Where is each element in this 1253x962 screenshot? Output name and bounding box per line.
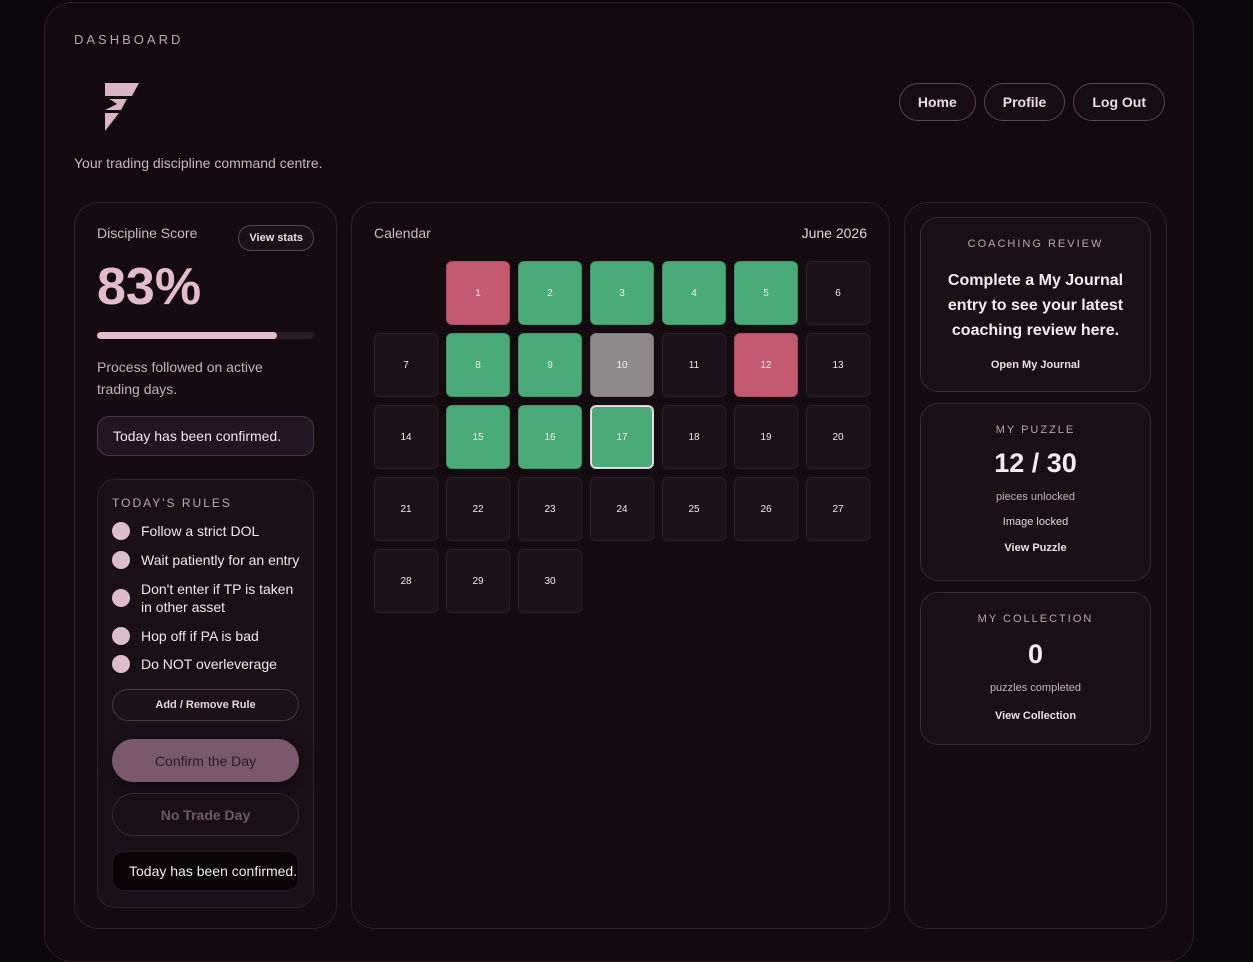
puzzle-card: MY PUZZLE 12 / 30 pieces unlocked Image … [920, 403, 1151, 581]
side-panel: COACHING REVIEW Complete a My Journal en… [904, 202, 1167, 929]
logout-button[interactable]: Log Out [1073, 83, 1165, 121]
calendar-day[interactable]: 24 [590, 477, 654, 541]
no-trade-day-button[interactable]: No Trade Day [112, 793, 299, 836]
add-remove-rule-button[interactable]: Add / Remove Rule [112, 689, 299, 721]
calendar-title: Calendar [374, 225, 431, 241]
calendar-day[interactable]: 2 [518, 261, 582, 325]
rule-item[interactable]: Hop off if PA is bad [112, 627, 302, 645]
confirm-day-button[interactable]: Confirm the Day [112, 739, 299, 782]
calendar-day[interactable]: 12 [734, 333, 798, 397]
rule-status-dot[interactable] [112, 551, 130, 569]
rule-label: Hop off if PA is bad [141, 628, 259, 644]
rule-item[interactable]: Wait patiently for an entry [112, 551, 302, 569]
calendar-panel: Calendar June 2026 1 2 3 4 5 6 7 8 9 10 11 12 13 14 15… [351, 202, 890, 929]
calendar-day[interactable]: 25 [662, 477, 726, 541]
calendar-day[interactable]: 9 [518, 333, 582, 397]
discipline-score-value: 83% [97, 258, 202, 316]
calendar-day[interactable]: 26 [734, 477, 798, 541]
calendar-day[interactable]: 23 [518, 477, 582, 541]
collection-card: MY COLLECTION 0 puzzles completed View C… [920, 592, 1151, 745]
collection-caption: puzzles completed [989, 682, 1082, 694]
rule-label: Do NOT overleverage [141, 656, 277, 672]
calendar-day[interactable]: 21 [374, 477, 438, 541]
rule-label: Follow a strict DOL [141, 523, 260, 539]
calendar-day[interactable]: 10 [590, 333, 654, 397]
profile-button[interactable]: Profile [983, 83, 1066, 121]
view-stats-button[interactable]: View stats [238, 225, 314, 251]
calendar-day[interactable]: 1 [446, 261, 510, 325]
home-button[interactable]: Home [898, 83, 976, 121]
view-collection-link[interactable]: View Collection [921, 710, 1150, 722]
open-journal-link[interactable]: Open My Journal [921, 359, 1150, 371]
calendar-day[interactable]: 8 [446, 333, 510, 397]
calendar-day[interactable]: 14 [374, 405, 438, 469]
rule-label: Don't enter if TP is taken in other asse… [141, 581, 294, 615]
rule-item[interactable]: Do NOT overleverage [112, 655, 302, 673]
todays-rules-card: TODAY'S RULES Follow a strict DOL Wait p… [97, 479, 314, 908]
calendar-day[interactable]: 27 [806, 477, 870, 541]
section-label: DASHBOARD [74, 32, 184, 47]
confirmed-status: Today has been confirmed. [112, 851, 299, 891]
collection-title: MY COLLECTION [977, 613, 1094, 625]
rule-status-dot[interactable] [112, 655, 130, 673]
calendar-day[interactable]: 6 [806, 261, 870, 325]
discipline-score-label: Discipline Score [97, 225, 198, 241]
calendar-day[interactable]: 11 [662, 333, 726, 397]
calendar-day[interactable]: 22 [446, 477, 510, 541]
tagline: Your trading discipline command centre. [74, 155, 323, 171]
dashboard-shell: DASHBOARD Your trading discipline comman… [44, 2, 1194, 962]
puzzle-title: MY PUZZLE [995, 424, 1076, 436]
process-description: Process followed on active trading days. [97, 359, 263, 397]
discipline-panel: Discipline Score View stats 83% Process … [74, 202, 337, 929]
rule-label: Wait patiently for an entry [141, 552, 300, 568]
calendar-grid: 1 2 3 4 5 6 7 8 9 10 11 12 13 14 15 16 17 18 19 20 21 22 23 24 2… [374, 261, 870, 613]
puzzle-status: Image locked [1002, 516, 1069, 528]
calendar-day[interactable]: 4 [662, 261, 726, 325]
coaching-title: COACHING REVIEW [967, 238, 1104, 250]
calendar-day[interactable]: 16 [518, 405, 582, 469]
calendar-day[interactable]: 17 [590, 405, 654, 469]
calendar-day[interactable]: 5 [734, 261, 798, 325]
calendar-day[interactable]: 19 [734, 405, 798, 469]
rule-item[interactable]: Don't enter if TP is taken in other asse… [112, 580, 302, 616]
collection-count: 0 [1027, 639, 1044, 669]
rule-item[interactable]: Follow a strict DOL [112, 522, 302, 540]
top-nav: Home Profile Log Out [898, 83, 1165, 121]
calendar-day[interactable]: 20 [806, 405, 870, 469]
rule-status-dot[interactable] [112, 627, 130, 645]
discipline-progress-bar [97, 332, 314, 339]
brand-logo-icon[interactable] [99, 79, 141, 133]
calendar-day[interactable]: 3 [590, 261, 654, 325]
calendar-month: June 2026 [801, 225, 867, 241]
rule-status-dot[interactable] [112, 522, 130, 540]
calendar-day[interactable]: 29 [446, 549, 510, 613]
puzzle-caption: pieces unlocked [996, 491, 1075, 503]
calendar-day[interactable]: 7 [374, 333, 438, 397]
view-puzzle-link[interactable]: View Puzzle [921, 542, 1150, 554]
calendar-day[interactable]: 13 [806, 333, 870, 397]
rules-title: TODAY'S RULES [112, 496, 232, 510]
puzzle-count: 12 / 30 [994, 448, 1077, 478]
rule-status-dot[interactable] [112, 589, 130, 607]
calendar-day[interactable]: 28 [374, 549, 438, 613]
discipline-progress-fill [97, 332, 278, 339]
coaching-message: Complete a My Journal entry to see your … [947, 272, 1124, 339]
calendar-day[interactable]: 15 [446, 405, 510, 469]
calendar-day[interactable]: 30 [518, 549, 582, 613]
coaching-review-card: COACHING REVIEW Complete a My Journal en… [920, 217, 1151, 392]
day-status-banner: Today has been confirmed. [97, 416, 314, 456]
calendar-day[interactable]: 18 [662, 405, 726, 469]
